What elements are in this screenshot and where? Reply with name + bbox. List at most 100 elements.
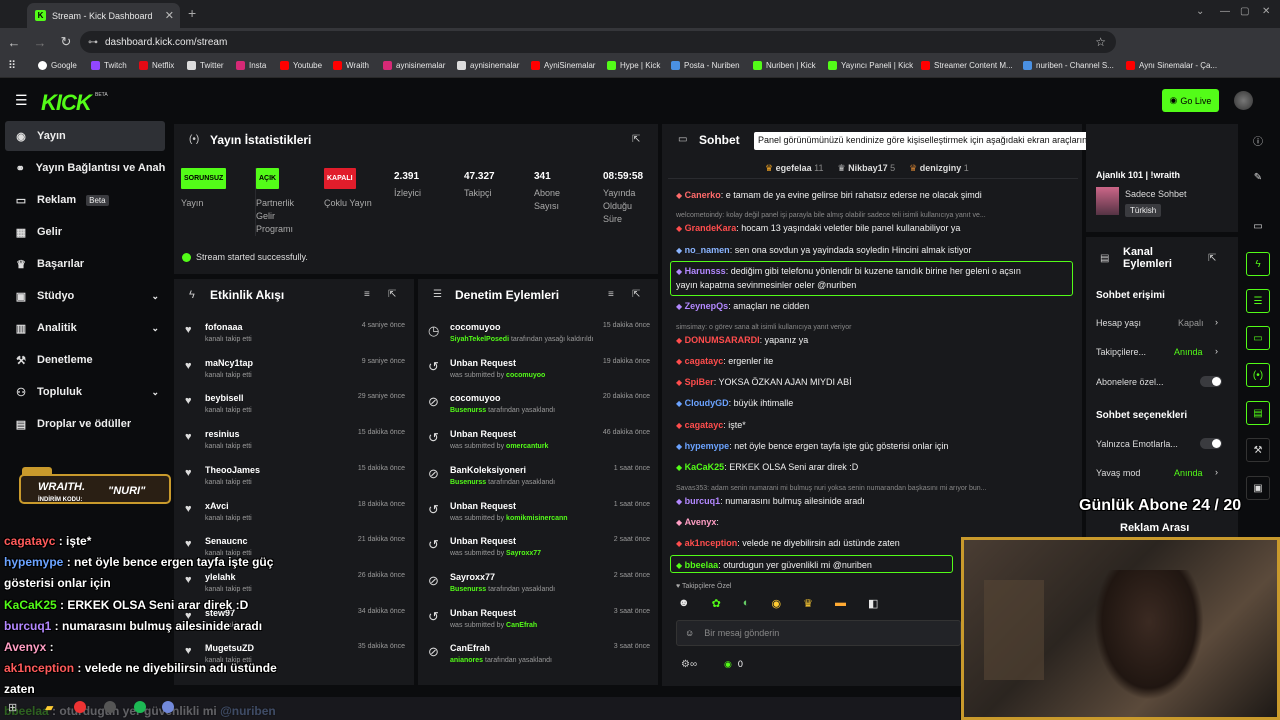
layout-icon[interactable]: ▣ [1246,476,1270,500]
sidebar-item-yayin[interactable]: ◉ Yayın [5,121,165,151]
site-info-icon[interactable]: ⊶ [88,37,98,48]
category-thumbnail[interactable] [1096,187,1119,215]
list-item[interactable]: Unban Request was submitted by cocomuyoo 1… [450,358,650,392]
chat-message[interactable]: ◆ burcuq1: numarasını bulmuş ailesinide … [676,496,865,506]
list-item[interactable]: fofonaaa kanalı takip etti 4 saniye önce [205,322,405,356]
chat-message[interactable]: ◆ KaCaK25: ERKEK OLSA Seni arar direk :D [676,462,858,472]
close-tab-icon[interactable]: ✕ [165,9,174,22]
account-age-value[interactable]: Kapalı [1178,318,1204,328]
settings-icon[interactable]: ⚙∞ [681,659,697,670]
chat-message[interactable]: ◆ hypemype: net öyle bence ergen tayfa i… [676,441,948,451]
sidebar-item-reklam[interactable]: ▭ Reklam Beta [5,185,165,215]
slow-mode-value[interactable]: Anında [1174,468,1203,478]
mod-user[interactable]: anianores [450,657,483,664]
emote-icon[interactable]: ▬ [835,597,846,610]
app-icon[interactable] [104,701,116,713]
emote-icon[interactable]: ☻ [678,597,690,610]
mod-user[interactable]: SiyahTekelPosedi [450,336,509,343]
mod-user[interactable]: CanEfrah [506,622,537,629]
chat-message[interactable]: ◆ CloudyGD: büyük ihtimalle [676,398,793,408]
chat-username[interactable]: CloudyGD [685,398,729,408]
list-item[interactable]: xAvci kanalı takip etti 18 dakika önce [205,501,405,535]
chat-username[interactable]: KaCaK25 [685,462,725,472]
chat-username[interactable]: ak1nception [685,538,738,548]
new-tab-icon[interactable]: + [188,5,196,21]
emoji-icon[interactable]: ☺ [685,628,694,638]
mod-user[interactable]: Busenurss [450,479,486,486]
list-item[interactable]: resinius kanalı takip etti 15 dakika önce [205,429,405,463]
chat-username[interactable]: burcuq1 [685,496,721,506]
close-window-icon[interactable]: ✕ [1262,6,1270,17]
bookmark[interactable]: Nuriben | Kick [753,61,816,70]
list-item[interactable]: Unban Request was submitted by omercantur… [450,429,650,463]
chat-username[interactable]: no_namen [685,245,730,255]
sidebar-item-droplar[interactable]: ▤ Droplar ve ödüller [5,409,165,439]
list-item[interactable]: CanEfrah anianores tarafından yasaklandı 3… [450,643,650,677]
chat-message[interactable]: ◆ GrandeKara: hocam 13 yaşındaki veletle… [676,223,960,233]
list-item[interactable]: cocomuyoo SiyahTekelPosedi tarafından yas… [450,322,650,356]
chat-username[interactable]: GrandeKara [685,223,737,233]
hamburger-menu-icon[interactable]: ☰ [15,92,28,109]
list-item[interactable]: Unban Request was submitted by komikmisin… [450,501,650,535]
sidebar-item-topluluk[interactable]: ⚇ Topluluk ⌄ [5,377,165,407]
reply-context[interactable]: simsimay: o görev sana alt isimli kullan… [676,324,851,331]
mod-user[interactable]: Busenurss [450,586,486,593]
address-bar[interactable]: ⊶ dashboard.kick.com/stream ☆ [80,31,1116,53]
tools-icon[interactable]: ⚒ [1246,438,1270,462]
emote-icon[interactable]: ✿ [712,597,721,610]
actions-icon[interactable]: ▤ [1246,401,1270,425]
lightning-icon[interactable]: ϟ [1246,252,1270,276]
bookmark[interactable]: aynisinemalar [383,61,445,70]
edit-icon[interactable]: ✎ [1246,165,1270,189]
sidebar-item-basarilar[interactable]: ♛ Başarılar [5,249,165,279]
gifter[interactable]: ♛ egefelaa 11 [765,163,823,174]
sidebar-item-analitik[interactable]: ▥ Analitik ⌄ [5,313,165,343]
list-item[interactable]: Unban Request was submitted by CanEfrah 3 … [450,608,650,642]
kick-logo[interactable]: KICK [41,90,92,116]
browser-tab[interactable]: K Stream - Kick Dashboard ✕ [27,3,180,28]
category-name[interactable]: Sadece Sohbet [1125,189,1187,199]
bookmark[interactable]: Youtube [280,61,322,70]
popout-icon[interactable]: ⇱ [1208,253,1216,264]
forward-icon[interactable]: → [28,35,52,50]
chat-username[interactable]: bbeelaa [685,560,719,570]
bookmark[interactable]: Twitch [91,61,127,70]
mod-user[interactable]: Busenurss [450,407,486,414]
chat-message[interactable]: ◆ no_namen: sen ona sovdun ya yayindada … [676,245,971,255]
filter-icon[interactable]: ≡ [364,289,370,300]
go-live-button[interactable]: ◉ Go Live [1162,89,1219,112]
bookmark[interactable]: Aynı Sinemalar - Ça... [1126,61,1217,70]
chat-message[interactable]: ◆ ZeynepQs: amaçları ne cidden [676,301,809,311]
bookmark[interactable]: Yayıncı Paneli | Kick [828,61,913,70]
bookmark[interactable]: Hype | Kick [607,61,660,70]
mod-user[interactable]: omercanturk [506,443,548,450]
chat-username[interactable]: Harunsss [685,266,726,276]
chat-message[interactable]: ◆ Canerko: e tamam de ya evine gelirse b… [676,190,982,200]
chat-icon[interactable]: ▭ [1246,326,1270,350]
chat-username[interactable]: ZeynepQs [685,301,729,311]
popout-icon[interactable]: ⇱ [632,134,640,145]
chevron-right-icon[interactable]: › [1215,346,1218,356]
bookmark[interactable]: AyniSinemalar [531,61,595,70]
chat-message[interactable]: ◆ DONUMSARARDI: yapanız ya [676,335,808,345]
chat-message[interactable]: ◆ cagatayc: işte* [676,420,746,430]
chat-username[interactable]: DONUMSARARDI [685,335,760,345]
folder-icon[interactable]: ▰ [45,701,53,714]
emote-icon[interactable]: ◧ [868,597,878,610]
bookmark[interactable]: aynisinemalar [457,61,519,70]
minimize-icon[interactable]: — [1220,6,1230,17]
bookmark[interactable]: Wraith [333,61,369,70]
chrome-icon[interactable] [74,701,86,713]
back-icon[interactable]: ← [2,35,26,50]
bookmark[interactable]: Posta - Nuriben [671,61,740,70]
reload-icon[interactable]: ↻ [54,34,78,50]
chat-message[interactable]: ◆ SpiBer: YOKSA ÖZKAN AJAN MIYDI ABİ [676,377,852,387]
chat-username[interactable]: cagatayc [685,420,724,430]
bookmark[interactable]: Google [38,61,77,70]
discord-icon[interactable] [162,701,174,713]
list-item[interactable]: BanKoleksiyoneri Busenurss tarafından yas… [450,465,650,499]
bookmark[interactable]: Netflix [139,61,174,70]
subscribers-only-toggle[interactable] [1200,376,1222,387]
chat-username[interactable]: Avenyx [685,517,717,527]
chevron-right-icon[interactable]: › [1215,317,1218,327]
